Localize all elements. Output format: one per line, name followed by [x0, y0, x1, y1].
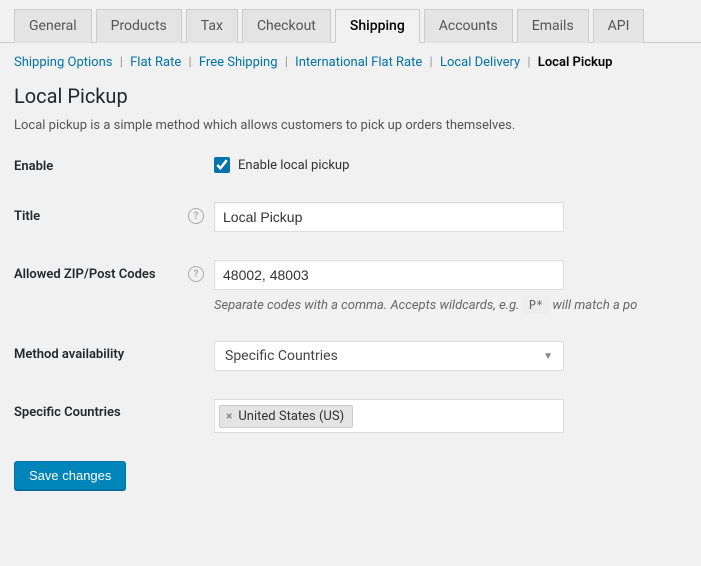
help-icon[interactable]: ? — [188, 208, 204, 224]
availability-value: Specific Countries — [225, 348, 338, 364]
availability-select[interactable]: Specific Countries ▼ — [214, 341, 564, 371]
page-heading: Local Pickup — [14, 84, 687, 108]
zip-input[interactable] — [214, 260, 564, 290]
sub-navigation: Shipping Options | Flat Rate | Free Ship… — [0, 43, 701, 78]
title-input[interactable] — [214, 202, 564, 232]
page-description: Local pickup is a simple method which al… — [14, 118, 687, 133]
help-icon[interactable]: ? — [188, 266, 204, 282]
tab-emails[interactable]: Emails — [517, 9, 589, 43]
subnav-international-flat-rate[interactable]: International Flat Rate — [295, 55, 422, 70]
separator: | — [527, 55, 530, 70]
subnav-local-pickup[interactable]: Local Pickup — [538, 55, 613, 70]
close-icon[interactable]: × — [226, 409, 232, 423]
save-button[interactable]: Save changes — [14, 461, 126, 490]
zip-help-text: Separate codes with a comma. Accepts wil… — [214, 298, 687, 313]
separator: | — [430, 55, 433, 70]
zip-label: Allowed ZIP/Post Codes — [14, 267, 156, 282]
tab-api[interactable]: API — [593, 9, 645, 43]
subnav-flat-rate[interactable]: Flat Rate — [130, 55, 181, 70]
subnav-shipping-options[interactable]: Shipping Options — [14, 55, 112, 70]
separator: | — [188, 55, 191, 70]
subnav-local-delivery[interactable]: Local Delivery — [440, 55, 520, 70]
enable-checkbox-label: Enable local pickup — [238, 158, 349, 173]
tab-accounts[interactable]: Accounts — [424, 9, 513, 43]
countries-label: Specific Countries — [14, 405, 121, 420]
wildcard-code: P* — [523, 296, 549, 314]
title-label: Title — [14, 209, 40, 224]
tab-shipping[interactable]: Shipping — [335, 9, 420, 43]
main-tabs: General Products Tax Checkout Shipping A… — [0, 0, 701, 43]
tab-general[interactable]: General — [14, 9, 92, 43]
country-tag-label: United States (US) — [238, 409, 344, 424]
tab-products[interactable]: Products — [96, 9, 182, 43]
country-tag: × United States (US) — [219, 405, 353, 428]
chevron-down-icon: ▼ — [543, 351, 553, 362]
separator: | — [285, 55, 288, 70]
countries-multiselect[interactable]: × United States (US) — [214, 399, 564, 433]
separator: | — [120, 55, 123, 70]
subnav-free-shipping[interactable]: Free Shipping — [199, 55, 278, 70]
enable-label: Enable — [14, 159, 53, 174]
availability-label: Method availability — [14, 347, 124, 362]
enable-checkbox[interactable] — [214, 157, 230, 173]
enable-checkbox-wrap[interactable]: Enable local pickup — [214, 153, 687, 173]
tab-checkout[interactable]: Checkout — [242, 9, 331, 43]
tab-tax[interactable]: Tax — [186, 9, 238, 43]
